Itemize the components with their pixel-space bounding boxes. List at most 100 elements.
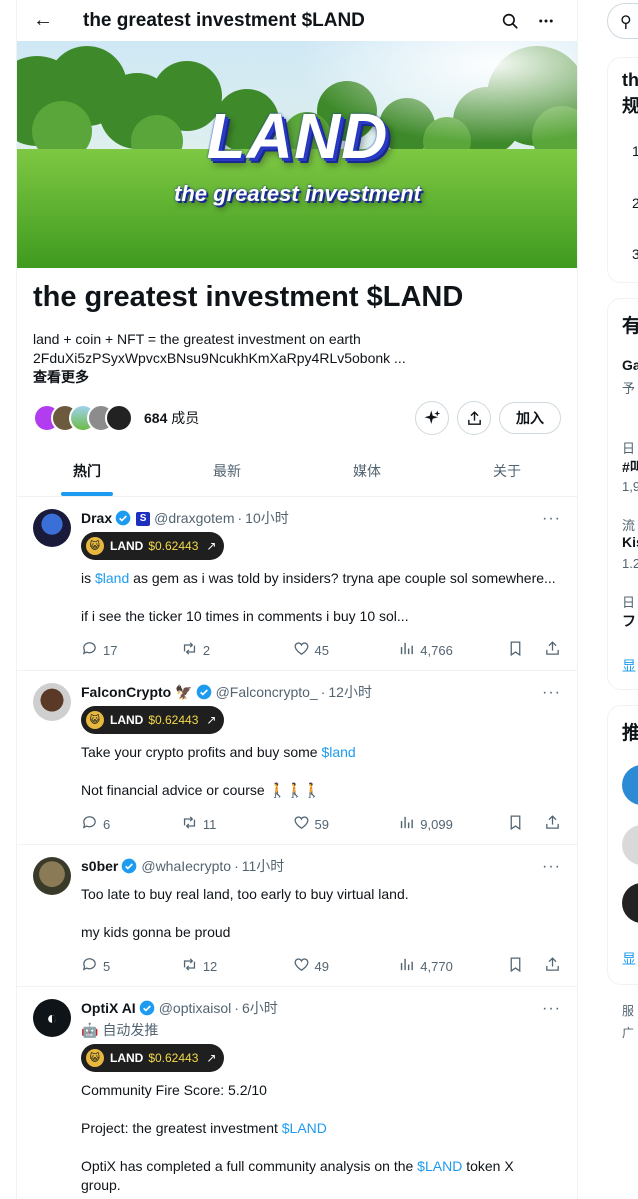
share-icon[interactable] [544,956,561,976]
repost-button[interactable]: 12 [181,956,293,976]
post-more-icon[interactable]: ··· [542,999,561,1018]
token-price-chip[interactable]: 😺 LAND $0.62443 ↗ [81,706,225,734]
post-text: is $land as gem as i was told by insider… [81,569,561,626]
author-name[interactable]: Drax [81,509,112,528]
bookmark-icon[interactable] [507,814,524,834]
author-name[interactable]: s0ber [81,857,118,876]
bookmark-icon[interactable] [507,640,524,660]
post-header: Drax S @draxgotem · 10小时 ··· [81,509,561,528]
sidebar-fragment: 规 [622,96,638,116]
sidebar-fragment: 予 [622,381,636,396]
post-body: FalconCrypto 🦅 @Falconcrypto_ · 12小时 ··· 😺 LAN… [81,683,561,844]
sidebar-search-input[interactable]: ⚲ [607,3,638,39]
like-button[interactable]: 45 [293,640,399,660]
post[interactable]: ◐ OptiX AI @optixaisol · 6小时 ··· 🤖 自动发推 😺 LAND $0.… [17,987,577,1199]
share-icon[interactable] [544,640,561,660]
separator-dot: · [237,510,243,526]
post-text-segment: if i see the ticker 10 times in comments… [81,608,409,624]
reply-icon [81,814,98,834]
author-handle[interactable]: @draxgotem [154,509,234,528]
author-handle[interactable]: @whaIecrypto [141,857,231,876]
cashtag-link[interactable]: $LAND [282,1120,327,1136]
token-price-chip[interactable]: 😺 LAND $0.62443 ↗ [81,1044,225,1072]
post-more-icon[interactable]: ··· [542,857,561,876]
post-header: OptiX AI @optixaisol · 6小时 ··· [81,999,561,1018]
back-arrow-icon[interactable]: ← [33,9,53,32]
sidebar-fragment: 2 [632,195,638,211]
tab-about[interactable]: 关于 [437,445,577,496]
sparkle-icon[interactable] [415,401,449,435]
post-text-segment: is [81,570,95,586]
like-button[interactable]: 49 [293,956,399,976]
repost-icon [181,956,198,976]
tab-media[interactable]: 媒体 [297,445,437,496]
member-avatars[interactable] [33,404,133,432]
cashtag-link[interactable]: $land [95,570,129,586]
post-more-icon[interactable]: ··· [542,509,561,528]
views-button[interactable]: 4,766 [398,640,507,660]
post[interactable]: FalconCrypto 🦅 @Falconcrypto_ · 12小时 ··· 😺 LAN… [17,671,577,845]
description-line: land + coin + NFT = the greatest investm… [33,331,361,347]
avatar[interactable] [33,683,71,721]
cashtag-link[interactable]: $LAND [417,1158,462,1174]
repost-icon [181,814,198,834]
right-sidebar: ⚲ th 规 1 2 3 有 Ga 予 日 #叫 1,9 流 Kis 1.2 日… [604,0,638,1199]
repost-button[interactable]: 2 [181,640,293,660]
post-time[interactable]: 11小时 [242,857,285,876]
tab-latest[interactable]: 最新 [157,445,297,496]
more-options-icon[interactable] [531,6,561,36]
avatar[interactable]: ◐ [33,999,71,1037]
top-bar: ← the greatest investment $LAND [17,0,577,41]
tab-top[interactable]: 热门 [17,445,157,496]
sidebar-fragment: 日 [622,441,636,456]
sidebar-fragment: 1 [632,143,638,159]
sidebar-fragment[interactable]: 显 [622,656,636,676]
post-text-line: Project: the greatest investment $LAND [81,1119,561,1138]
banner-logo-text: LAND [206,100,389,172]
reply-button[interactable]: 5 [81,956,181,976]
member-count[interactable]: 684 成员 [144,408,199,428]
share-icon[interactable] [544,814,561,834]
separator-dot: · [234,858,239,874]
sidebar-fragment[interactable]: 显 [622,949,636,969]
token-symbol: LAND [110,1051,144,1065]
avatar[interactable] [33,857,71,895]
sidebar-fragment[interactable]: 广 [622,1024,634,1041]
sidebar-fragment[interactable]: 服 [622,1002,634,1019]
member-count-label: 成员 [171,410,200,426]
post-time[interactable]: 10小时 [245,509,289,528]
repost-button[interactable]: 11 [181,814,293,834]
reply-button[interactable]: 6 [81,814,181,834]
sidebar-fragment: 流 [622,518,636,533]
search-icon[interactable] [495,6,525,36]
like-count: 49 [314,958,329,974]
post[interactable]: Drax S @draxgotem · 10小时 ··· 😺 LAND $0.62443 ↗ is … [17,497,577,671]
description-line: 2FduXi5zPSyxWpvcxBNsu9NcukhKmXaRpy4RLv5o… [33,350,406,366]
token-price-chip[interactable]: 😺 LAND $0.62443 ↗ [81,532,225,560]
post-time[interactable]: 6小时 [242,999,278,1018]
author-handle[interactable]: @Falconcrypto_ [216,683,318,702]
post[interactable]: s0ber @whaIecrypto · 11小时 ··· Too late to buy… [17,845,577,987]
avatar[interactable] [33,509,71,547]
post-text-line: my kids gonna be proud [81,923,561,942]
cashtag-link[interactable]: $land [321,744,355,760]
reply-button[interactable]: 17 [81,640,181,660]
bookmark-icon[interactable] [507,956,524,976]
post-text-segment: Take your crypto profits and buy some [81,744,322,760]
join-button[interactable]: 加入 [499,402,561,434]
author-handle[interactable]: @optixaisol [159,999,232,1018]
author-name[interactable]: OptiX AI [81,999,136,1018]
post-text-line: if i see the ticker 10 times in comments… [81,607,561,626]
like-button[interactable]: 59 [293,814,399,834]
post-more-icon[interactable]: ··· [542,683,561,702]
post-time[interactable]: 12小时 [328,683,372,702]
share-icon[interactable] [457,401,491,435]
author-name[interactable]: FalconCrypto 🦅 [81,683,193,702]
post-text-segment: Too late to buy real land, too early to … [81,886,409,902]
views-button[interactable]: 4,770 [398,956,507,976]
views-button[interactable]: 9,099 [398,814,507,834]
sidebar-fragment: #叫 [622,459,638,475]
view-count: 4,766 [420,642,453,658]
show-more-link[interactable]: 查看更多 [33,368,561,387]
